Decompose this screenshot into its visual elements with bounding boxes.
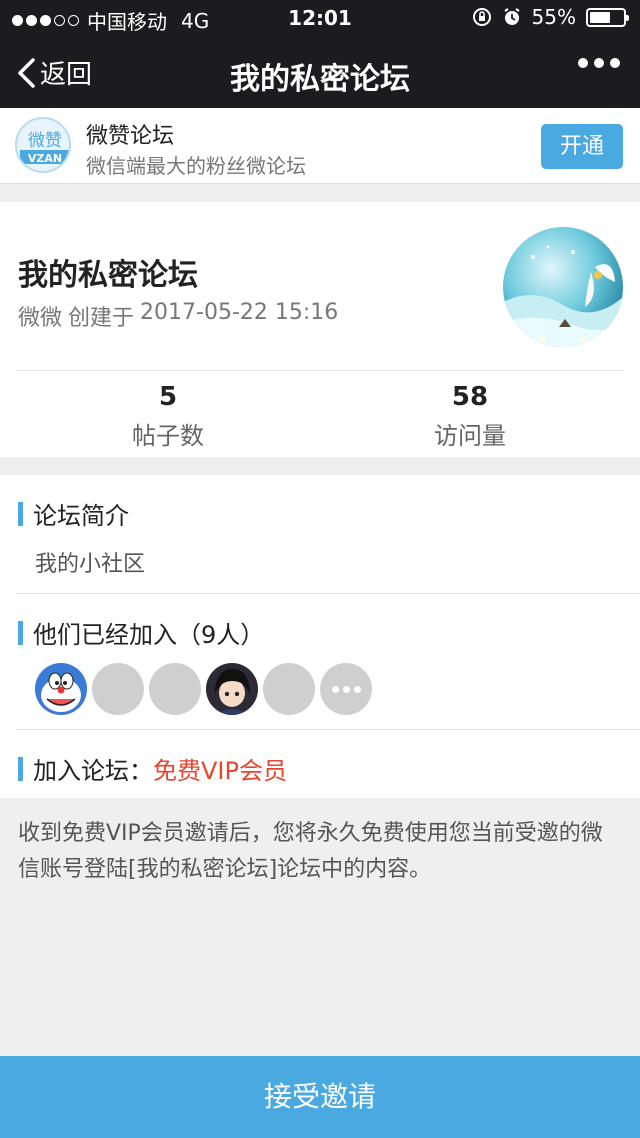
forum-name: 我的私密论坛 <box>18 258 198 293</box>
visits-count: 58 <box>451 382 489 412</box>
battery-icon <box>586 7 629 27</box>
join-label: 加入论坛： <box>33 757 153 785</box>
app-banner: 微赞 VZAN 微赞论坛 微信端最大的粉丝微论坛 开通 <box>0 108 640 184</box>
page-title: 我的私密论坛 <box>230 62 410 97</box>
posts-count: 5 <box>158 382 178 412</box>
member-avatar[interactable] <box>149 663 201 715</box>
vzan-logo: 微赞 VZAN <box>15 117 71 173</box>
forum-info-card: 我的私密论坛 微微 创建于 2017-05-22 15:16 5 帖子数 58 … <box>0 202 640 457</box>
doraemon-avatar[interactable] <box>35 663 87 715</box>
open-button[interactable]: 开通 <box>541 124 623 169</box>
forum-avatar <box>503 227 623 347</box>
forum-details: 论坛简介 我的小社区 他们已经加入（9人） 加入论坛： 免费VIP会员 <box>0 475 640 798</box>
banner-title: 微赞论坛 <box>86 124 175 149</box>
accept-invite-button[interactable]: 接受邀请 <box>0 1056 640 1138</box>
more-icon <box>331 685 339 693</box>
created-prefix: 创建于 <box>68 306 135 331</box>
alarm-icon <box>503 8 520 25</box>
posts-stat: 5 帖子数 <box>18 382 318 451</box>
forum-meta: 微微 创建于 2017-05-22 15:16 <box>18 300 338 332</box>
members-heading: 他们已经加入（9人） <box>18 615 264 650</box>
intro-text: 我的小社区 <box>35 552 146 577</box>
invite-notice: 收到免费VIP会员邀请后，您将永久免费使用您当前受邀的微信账号登陆[我的私密论坛… <box>18 821 603 882</box>
divider <box>16 729 640 730</box>
member-avatar[interactable] <box>92 663 144 715</box>
intro-heading-text: 论坛简介 <box>33 502 129 530</box>
banner-subtitle: 微信端最大的粉丝微论坛 <box>86 154 306 178</box>
join-row: 加入论坛： 免费VIP会员 <box>18 751 287 786</box>
logo-bottom-text: VZAN <box>28 152 62 165</box>
visits-label: 访问量 <box>434 422 506 450</box>
intro-heading: 论坛简介 <box>18 496 129 531</box>
created-at: 2017-05-22 15:16 <box>140 300 339 325</box>
status-right: 55% <box>472 5 629 29</box>
member-avatar[interactable] <box>263 663 315 715</box>
status-bar: 中国移动 4G 12:01 55% <box>0 0 640 36</box>
posts-label: 帖子数 <box>132 422 204 450</box>
more-members-button[interactable] <box>320 663 372 715</box>
battery-percent: 55% <box>531 5 576 29</box>
member-avatars <box>35 663 372 715</box>
divider <box>16 593 640 594</box>
more-menu-button[interactable] <box>578 58 620 68</box>
more-icon <box>578 58 588 68</box>
visits-stat: 58 访问量 <box>320 382 620 451</box>
logo-top-text: 微赞 <box>28 131 62 151</box>
members-heading-text: 他们已经加入（9人） <box>33 621 265 649</box>
anime-avatar[interactable] <box>206 663 258 715</box>
rotation-lock-icon <box>472 8 491 26</box>
creator-name: 微微 <box>18 306 63 331</box>
nav-bar: 返回 我的私密论坛 <box>0 36 640 108</box>
stats-divider <box>16 370 624 371</box>
join-value: 免费VIP会员 <box>153 757 287 785</box>
